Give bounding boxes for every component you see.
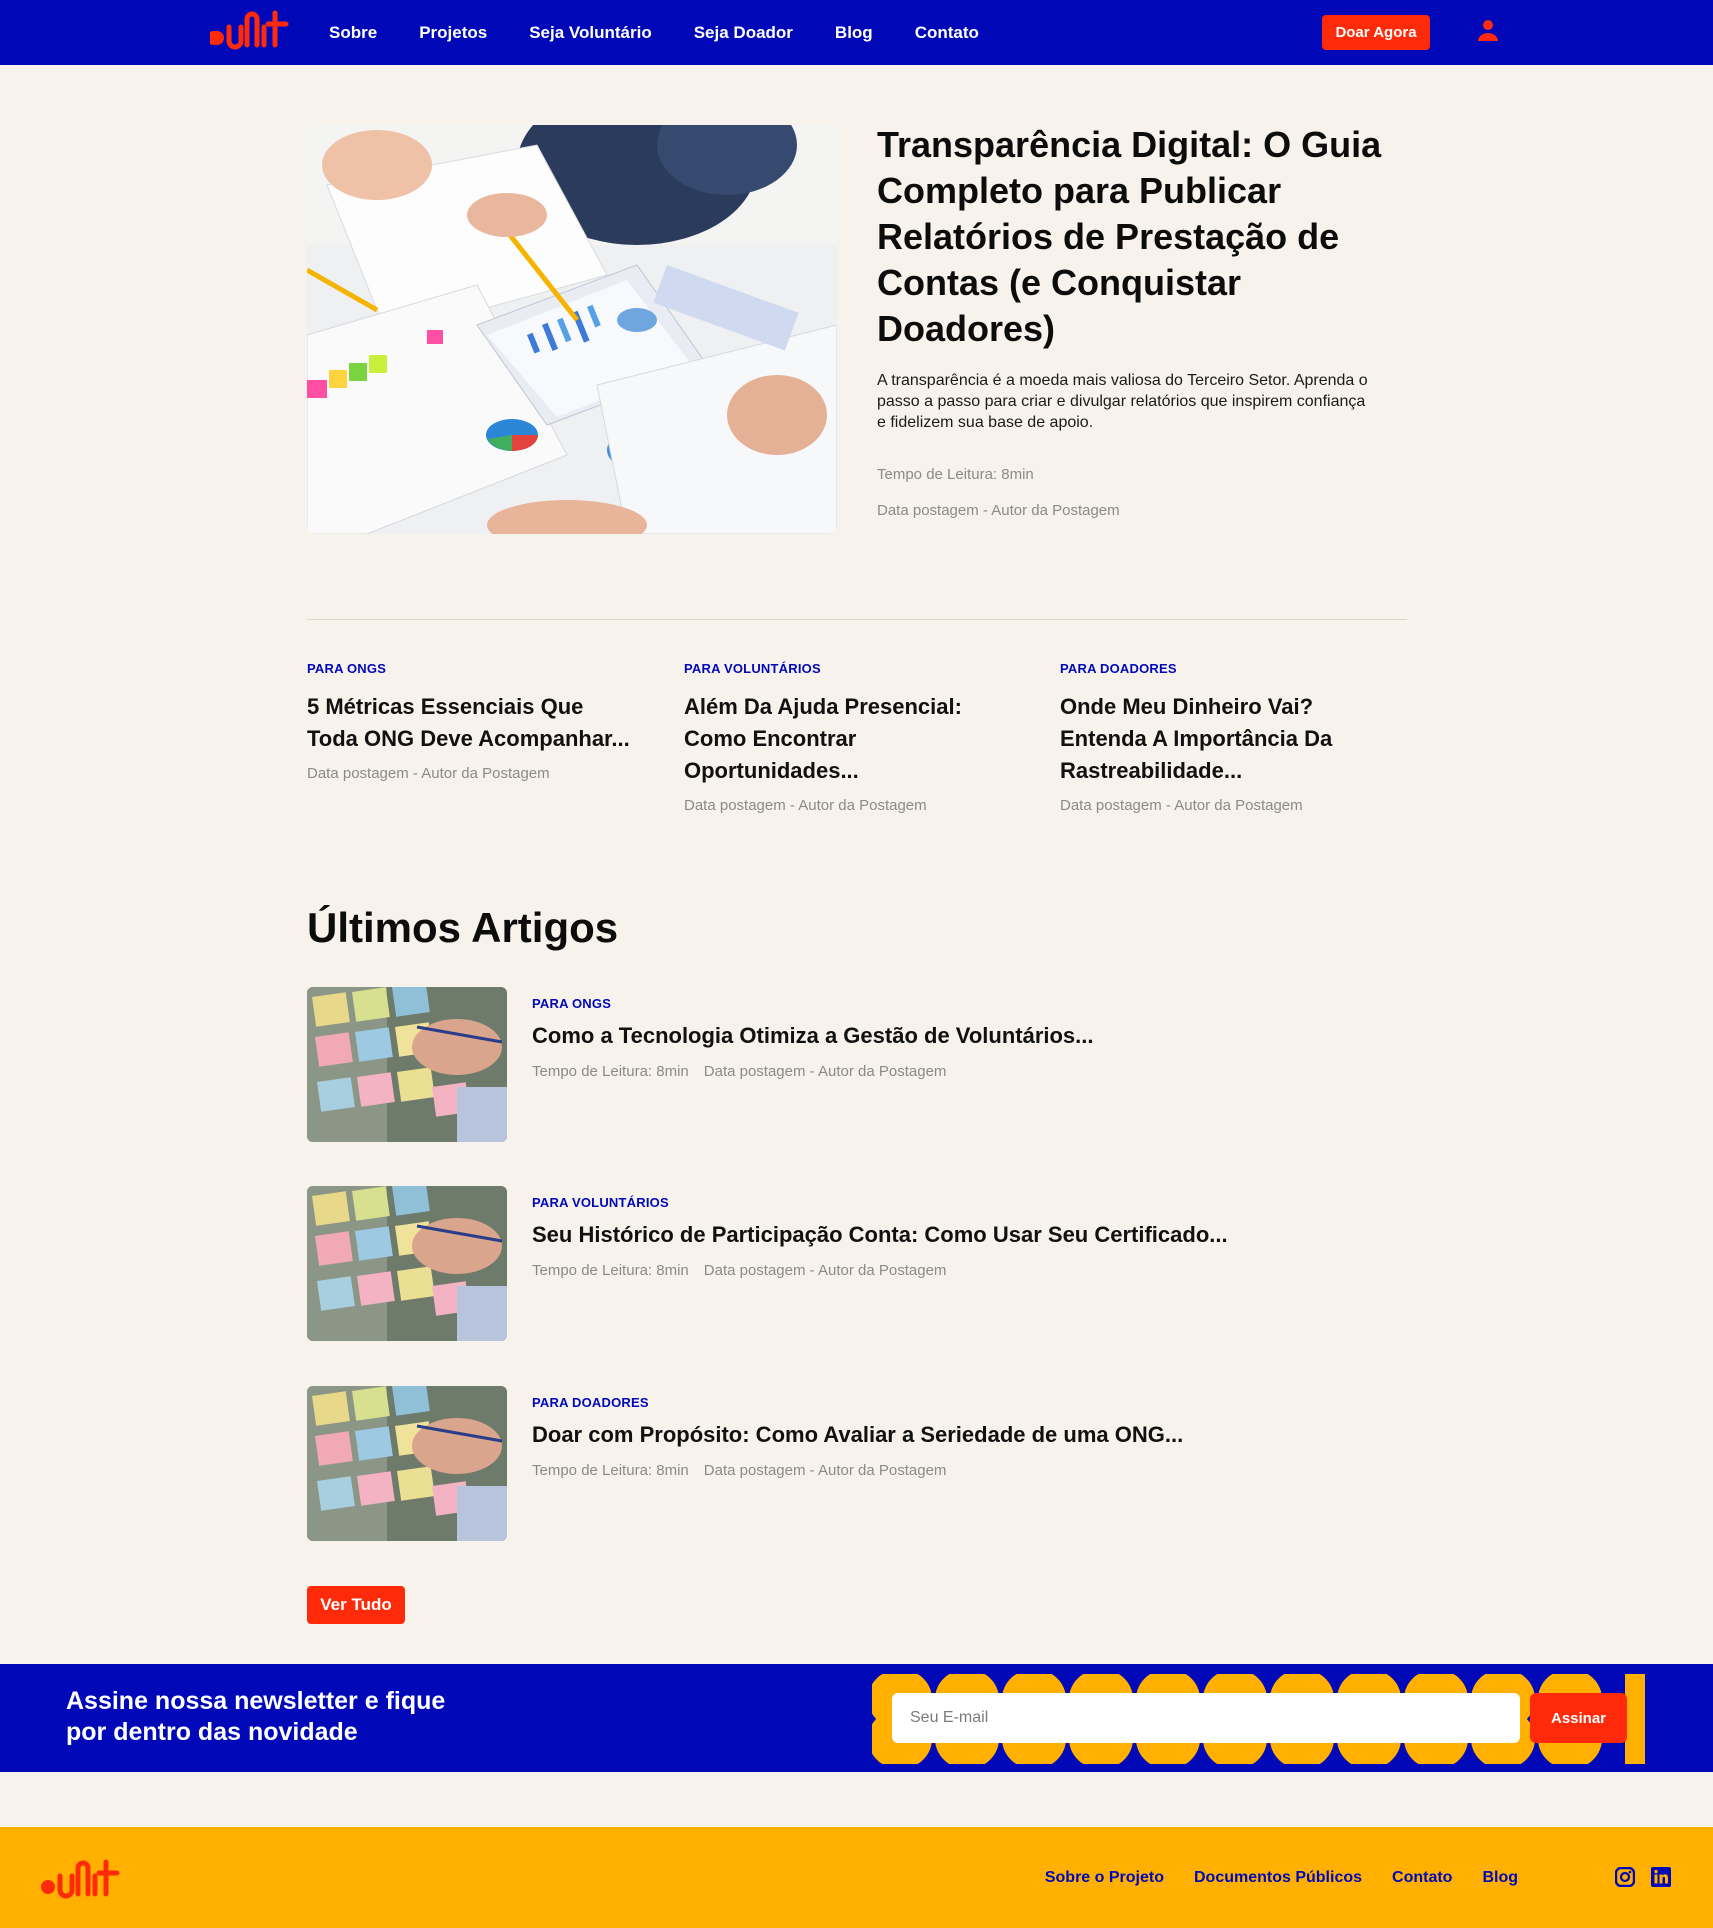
- article-title[interactable]: 5 Métricas Essenciais Que Toda ONG Deve …: [307, 691, 637, 755]
- article-category[interactable]: Para ONGS: [307, 661, 637, 676]
- article-meta: Data postagem - Autor da Postagem: [703, 1063, 947, 1080]
- hero-meta: Data postagem - Autor da Postagem: [877, 502, 1120, 519]
- article-thumbnail[interactable]: [307, 1186, 507, 1341]
- section-divider: [307, 619, 1407, 620]
- nav-contato[interactable]: Contato: [915, 23, 979, 43]
- footer-link-documentos-publicos[interactable]: Documentos Públicos: [1194, 1869, 1362, 1887]
- article-meta: Data postagem - Autor da Postagem: [1060, 797, 1303, 814]
- article-title[interactable]: Como a Tecnologia Otimiza a Gestão de Vo…: [532, 1023, 1094, 1049]
- newsletter-section: Assine nossa newsletter e fique por dent…: [0, 1664, 1713, 1772]
- user-icon[interactable]: [1476, 18, 1500, 42]
- site-header: Sobre Projetos Seja Voluntário Seja Doad…: [0, 0, 1713, 65]
- footer-link-sobre-o-projeto[interactable]: Sobre o Projeto: [1045, 1869, 1164, 1887]
- footer-logo[interactable]: [38, 1858, 120, 1900]
- nav-projetos[interactable]: Projetos: [419, 23, 487, 43]
- article-category[interactable]: Para ONGS: [532, 996, 1094, 1011]
- newsletter-heading: Assine nossa newsletter e fique por dent…: [66, 1687, 446, 1746]
- article-title[interactable]: Doar com Propósito: Como Avaliar a Serie…: [532, 1422, 1183, 1448]
- email-field[interactable]: [892, 1693, 1520, 1743]
- article-category[interactable]: Para Doadores: [1060, 661, 1390, 676]
- list-item[interactable]: Para Voluntários Seu Histórico de Partic…: [307, 1186, 1307, 1341]
- footer-link-contato[interactable]: Contato: [1392, 1869, 1452, 1887]
- footer-nav: Sobre o Projeto Documentos Públicos Cont…: [1045, 1827, 1518, 1928]
- latest-articles-heading: Últimos Artigos: [307, 904, 619, 951]
- instagram-icon[interactable]: [1615, 1867, 1635, 1887]
- article-category[interactable]: Para Voluntários: [532, 1195, 1228, 1210]
- article-meta: Data postagem - Autor da Postagem: [307, 765, 550, 782]
- subscribe-button[interactable]: Assinar: [1530, 1693, 1627, 1743]
- article-meta: Data postagem - Autor da Postagem: [703, 1262, 947, 1279]
- article-meta: Data postagem - Autor da Postagem: [684, 797, 927, 814]
- featured-article[interactable]: Para ONGS 5 Métricas Essenciais Que Toda…: [307, 661, 637, 782]
- article-title[interactable]: Além Da Ajuda Presencial: Como Encontrar…: [684, 691, 1014, 787]
- hero-image[interactable]: [307, 125, 837, 534]
- featured-article[interactable]: Para Voluntários Além Da Ajuda Presencia…: [684, 661, 1014, 814]
- list-item[interactable]: Para Doadores Doar com Propósito: Como A…: [307, 1386, 1307, 1541]
- site-footer: Sobre o Projeto Documentos Públicos Cont…: [0, 1827, 1713, 1928]
- article-reading-time: Tempo de Leitura: 8min: [532, 1262, 689, 1279]
- footer-link-blog[interactable]: Blog: [1482, 1869, 1518, 1887]
- article-title[interactable]: Seu Histórico de Participação Conta: Com…: [532, 1222, 1228, 1248]
- hero-reading-time: Tempo de Leitura: 8min: [877, 466, 1034, 483]
- article-category[interactable]: Para Doadores: [532, 1395, 1183, 1410]
- featured-article[interactable]: Para Doadores Onde Meu Dinheiro Vai? Ent…: [1060, 661, 1390, 814]
- article-reading-time: Tempo de Leitura: 8min: [532, 1462, 689, 1479]
- article-thumbnail[interactable]: [307, 987, 507, 1142]
- nav-blog[interactable]: Blog: [835, 23, 873, 43]
- site-logo[interactable]: [207, 9, 289, 51]
- donate-button[interactable]: Doar Agora: [1322, 15, 1430, 50]
- list-item[interactable]: Para ONGS Como a Tecnologia Otimiza a Ge…: [307, 987, 1307, 1142]
- article-thumbnail[interactable]: [307, 1386, 507, 1541]
- article-category[interactable]: Para Voluntários: [684, 661, 1014, 676]
- main-nav: Sobre Projetos Seja Voluntário Seja Doad…: [329, 0, 979, 65]
- article-reading-time: Tempo de Leitura: 8min: [532, 1063, 689, 1080]
- see-all-button[interactable]: Ver Tudo: [307, 1586, 405, 1624]
- hero-excerpt: A transparência é a moeda mais valiosa d…: [877, 372, 1368, 431]
- article-title[interactable]: Onde Meu Dinheiro Vai? Entenda A Importâ…: [1060, 691, 1390, 787]
- hero-title[interactable]: Transparência Digital: O Guia Completo p…: [877, 122, 1417, 352]
- article-meta: Data postagem - Autor da Postagem: [703, 1462, 947, 1479]
- nav-sobre[interactable]: Sobre: [329, 23, 377, 43]
- nav-seja-voluntario[interactable]: Seja Voluntário: [529, 23, 652, 43]
- nav-seja-doador[interactable]: Seja Doador: [694, 23, 793, 43]
- linkedin-icon[interactable]: [1651, 1867, 1671, 1887]
